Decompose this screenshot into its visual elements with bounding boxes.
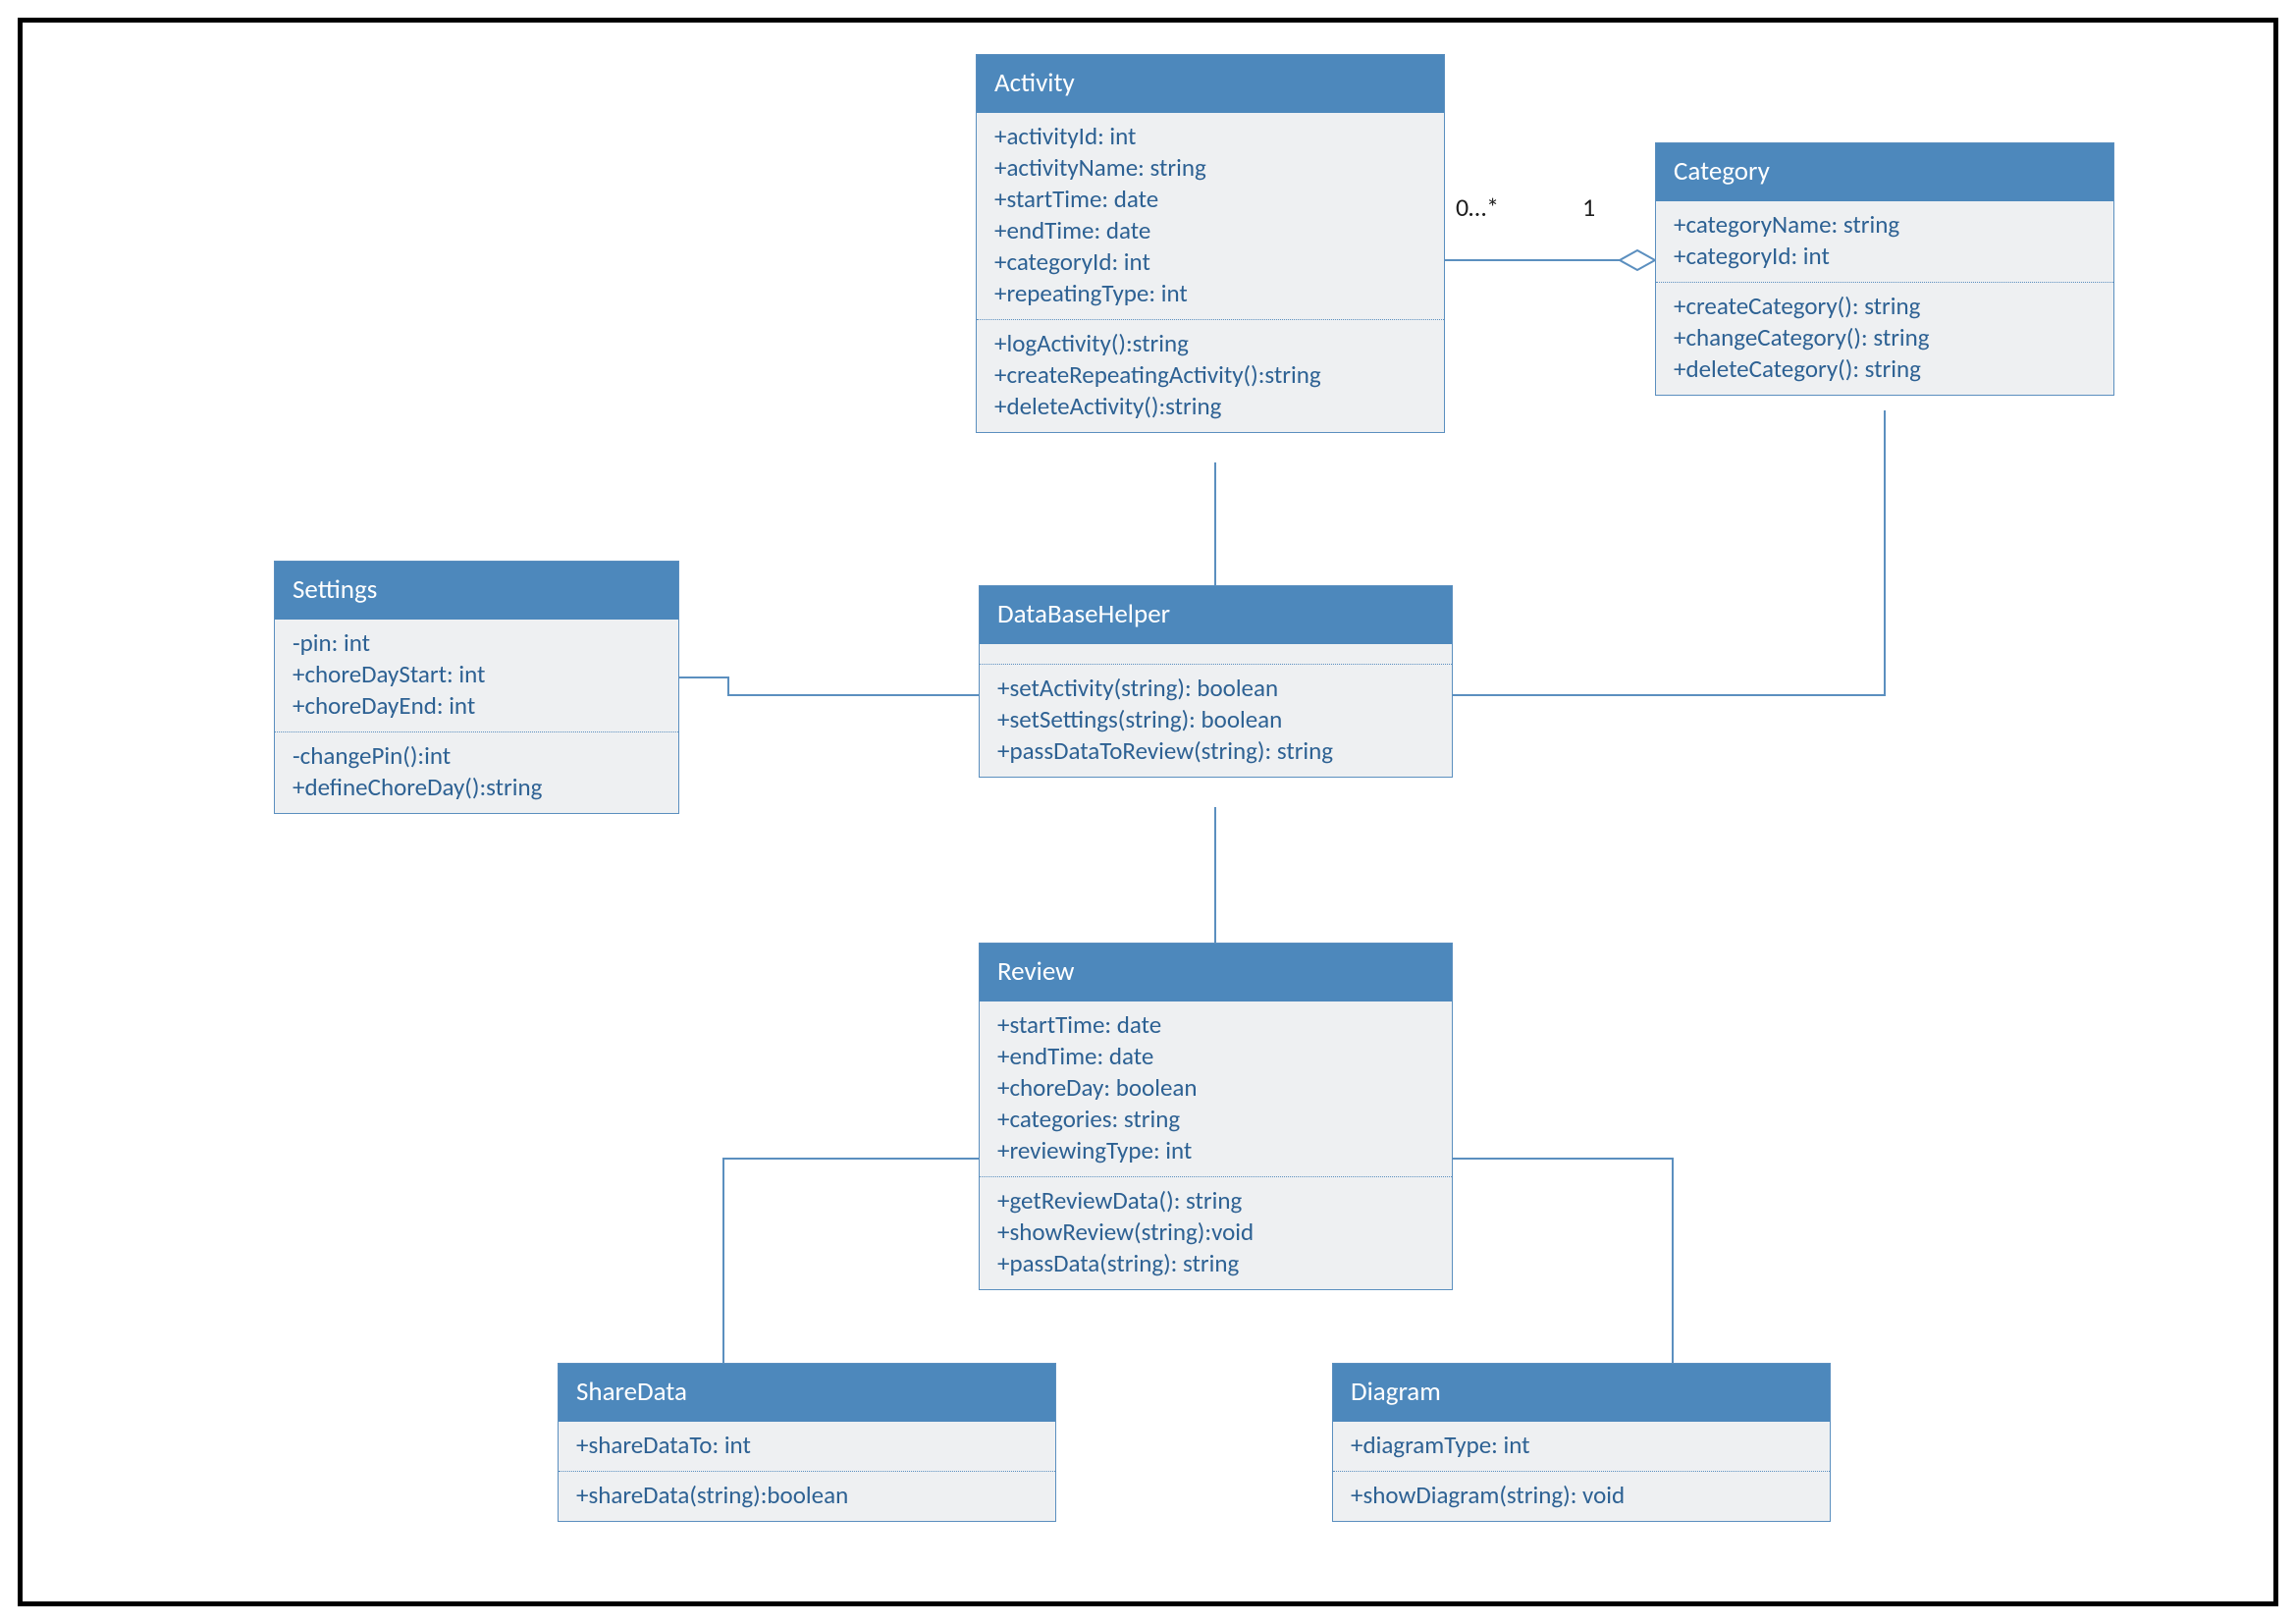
class-category-ops: +createCategory(): string +changeCategor… — [1656, 283, 2113, 395]
op: +setSettings(string): boolean — [997, 704, 1434, 735]
attr: +repeatingType: int — [994, 278, 1426, 309]
class-review-ops: +getReviewData(): string +showReview(str… — [980, 1177, 1452, 1289]
multiplicity-activity-side: 0…* — [1456, 191, 1499, 223]
class-diagram: Diagram +diagramType: int +showDiagram(s… — [1332, 1363, 1831, 1522]
class-settings: Settings -pin: int +choreDayStart: int +… — [274, 561, 679, 814]
op: +createCategory(): string — [1674, 291, 2096, 322]
attr: +diagramType: int — [1351, 1430, 1812, 1461]
class-review-attrs: +startTime: date +endTime: date +choreDa… — [980, 1001, 1452, 1176]
attr: +startTime: date — [997, 1009, 1434, 1041]
class-category-attrs: +categoryName: string +categoryId: int — [1656, 201, 2113, 282]
op: +logActivity():string — [994, 328, 1426, 359]
op: +defineChoreDay():string — [293, 772, 661, 803]
op: +shareData(string):boolean — [576, 1480, 1038, 1511]
class-settings-title: Settings — [275, 562, 678, 620]
class-sharedata-ops: +shareData(string):boolean — [559, 1472, 1055, 1521]
class-dbhelper: DataBaseHelper +setActivity(string): boo… — [979, 585, 1453, 778]
attr: +endTime: date — [994, 215, 1426, 246]
class-sharedata-attrs: +shareDataTo: int — [559, 1422, 1055, 1471]
attr: +activityName: string — [994, 152, 1426, 184]
class-review: Review +startTime: date +endTime: date +… — [979, 943, 1453, 1290]
class-settings-attrs: -pin: int +choreDayStart: int +choreDayE… — [275, 620, 678, 731]
attr: +categories: string — [997, 1104, 1434, 1135]
class-diagram-title: Diagram — [1333, 1364, 1830, 1422]
attr: +startTime: date — [994, 184, 1426, 215]
class-diagram-ops: +showDiagram(string): void — [1333, 1472, 1830, 1521]
class-activity-ops: +logActivity():string +createRepeatingAc… — [977, 320, 1444, 432]
class-activity-title: Activity — [977, 55, 1444, 113]
op: +deleteActivity():string — [994, 391, 1426, 422]
op: +changeCategory(): string — [1674, 322, 2096, 353]
multiplicity-category-side: 1 — [1582, 191, 1595, 223]
class-category-title: Category — [1656, 143, 2113, 201]
attr: +choreDayStart: int — [293, 659, 661, 690]
class-sharedata: ShareData +shareDataTo: int +shareData(s… — [558, 1363, 1056, 1522]
op: +showDiagram(string): void — [1351, 1480, 1812, 1511]
attr: +categoryId: int — [1674, 241, 2096, 272]
op: +setActivity(string): boolean — [997, 673, 1434, 704]
op: +passData(string): string — [997, 1248, 1434, 1279]
op: +createRepeatingActivity():string — [994, 359, 1426, 391]
op: +showReview(string):void — [997, 1217, 1434, 1248]
class-dbhelper-title: DataBaseHelper — [980, 586, 1452, 644]
class-category: Category +categoryName: string +category… — [1655, 142, 2114, 396]
attr: +activityId: int — [994, 121, 1426, 152]
attr: +choreDayEnd: int — [293, 690, 661, 722]
class-review-title: Review — [980, 944, 1452, 1001]
attr: +categoryName: string — [1674, 209, 2096, 241]
attr: +reviewingType: int — [997, 1135, 1434, 1166]
op: +getReviewData(): string — [997, 1185, 1434, 1217]
op: +deleteCategory(): string — [1674, 353, 2096, 385]
op: -changePin():int — [293, 740, 661, 772]
op: +passDataToReview(string): string — [997, 735, 1434, 767]
class-activity-attrs: +activityId: int +activityName: string +… — [977, 113, 1444, 319]
class-activity: Activity +activityId: int +activityName:… — [976, 54, 1445, 433]
attr: -pin: int — [293, 627, 661, 659]
class-sharedata-title: ShareData — [559, 1364, 1055, 1422]
attr: +categoryId: int — [994, 246, 1426, 278]
class-dbhelper-attrs — [980, 644, 1452, 664]
attr: +shareDataTo: int — [576, 1430, 1038, 1461]
class-diagram-attrs: +diagramType: int — [1333, 1422, 1830, 1471]
attr: +endTime: date — [997, 1041, 1434, 1072]
attr: +choreDay: boolean — [997, 1072, 1434, 1104]
class-dbhelper-ops: +setActivity(string): boolean +setSettin… — [980, 665, 1452, 777]
class-settings-ops: -changePin():int +defineChoreDay():strin… — [275, 732, 678, 813]
